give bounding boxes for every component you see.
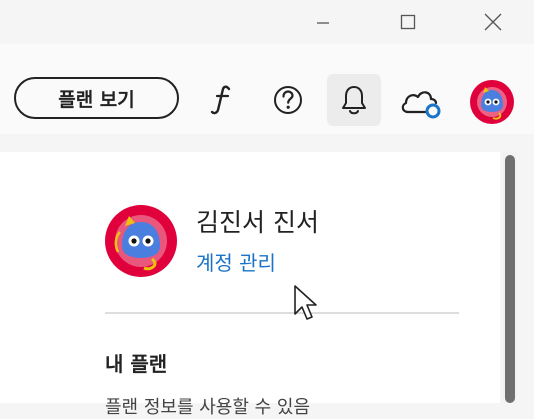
help-button[interactable] [270, 82, 306, 118]
scrollbar-thumb[interactable] [505, 155, 515, 403]
toolbar-divider [0, 134, 534, 152]
maximize-button[interactable] [386, 0, 430, 44]
minimize-icon [317, 22, 329, 24]
user-name: 김진서 진서 [196, 208, 319, 237]
profile-avatar [104, 204, 178, 278]
minimize-button[interactable] [301, 0, 345, 44]
bell-icon [342, 86, 366, 115]
help-icon [274, 86, 302, 114]
view-plans-button[interactable]: 플랜 보기 [14, 77, 179, 119]
font-f-icon [210, 85, 231, 115]
account-avatar-button[interactable] [469, 79, 515, 125]
profile-avatar-icon [105, 205, 177, 277]
title-bar [0, 0, 534, 44]
manage-account-link[interactable]: 계정 관리 [196, 247, 276, 276]
cloud-sync-icon [401, 91, 441, 119]
font-button[interactable] [205, 81, 241, 117]
avatar-icon [470, 80, 514, 124]
close-button[interactable] [471, 0, 515, 44]
notifications-button[interactable] [327, 74, 381, 126]
cloud-sync-button[interactable] [398, 82, 444, 122]
section-separator [105, 312, 459, 314]
maximize-icon [400, 14, 416, 30]
mouse-pointer-icon [294, 285, 317, 320]
toolbar: 플랜 보기 [0, 44, 534, 134]
account-panel [0, 152, 500, 403]
plan-description: 플랜 정보를 사용할 수 있음 [105, 397, 311, 418]
my-plan-heading: 내 플랜 [105, 352, 168, 376]
close-icon [484, 13, 502, 31]
